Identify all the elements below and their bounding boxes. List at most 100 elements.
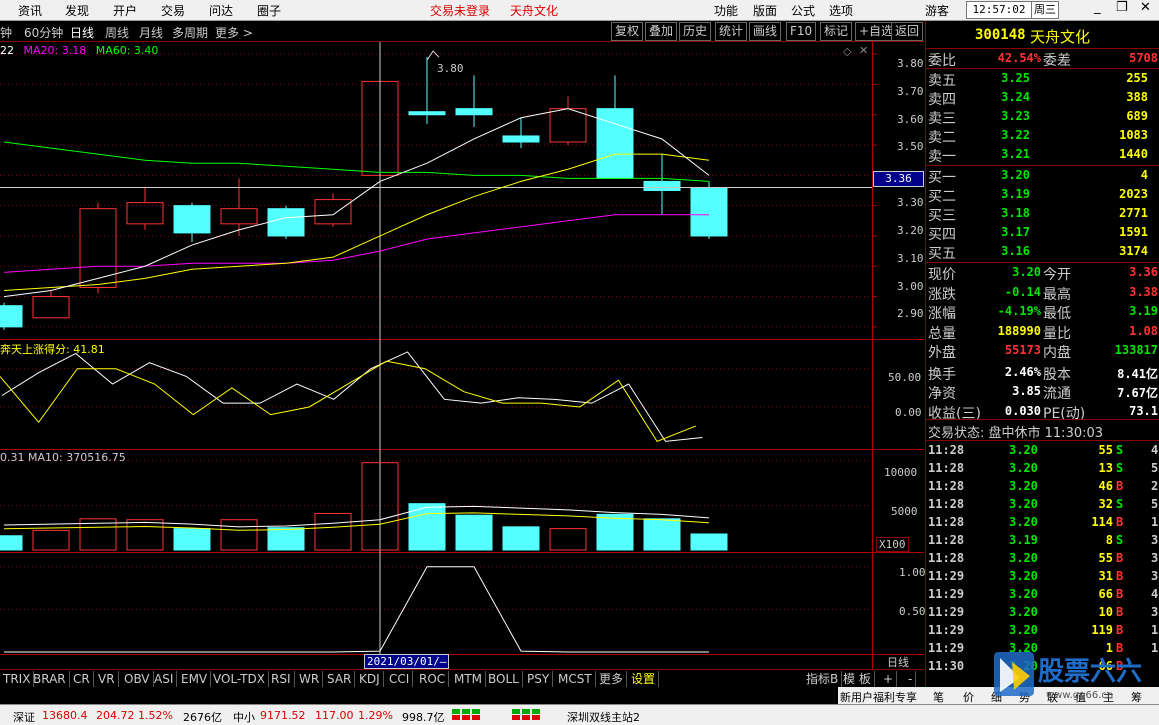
tab-obv[interactable]: OBV <box>121 671 154 687</box>
restore-icon[interactable]: ❐ <box>1116 0 1128 15</box>
tick-time: 11:28 <box>928 551 965 565</box>
tab-roc[interactable]: ROC <box>416 671 450 687</box>
period-tab-60min[interactable]: 60分钟 <box>24 24 63 41</box>
drawline-button[interactable]: 画线 <box>749 22 782 41</box>
tab-mcst[interactable]: MCST <box>555 671 596 687</box>
zoom-out-button[interactable]: - <box>905 671 917 687</box>
tab-settings[interactable]: 设置 <box>628 671 660 687</box>
sz-index-name[interactable]: 深证 <box>13 709 35 725</box>
bid-price: 3.19 <box>1001 187 1030 201</box>
candle-body <box>314 199 352 225</box>
ask-row[interactable]: 卖一 3.21 1440 <box>926 145 1159 165</box>
period-tab-min[interactable]: 钟 <box>0 24 12 41</box>
menu-open-account[interactable]: 开户 <box>113 2 137 19</box>
tab-mtm[interactable]: MTM <box>451 671 487 687</box>
smb-index-name[interactable]: 中小 <box>233 709 255 725</box>
adjust-button[interactable]: 复权 <box>611 22 644 41</box>
tab-wr[interactable]: WR <box>296 671 324 687</box>
tab-brar[interactable]: BRAR <box>30 671 70 687</box>
tab-more[interactable]: 更多 <box>596 671 628 687</box>
menu-options[interactable]: 选项 <box>829 2 853 19</box>
menu-layout[interactable]: 版面 <box>753 2 777 19</box>
price-tick: 3.60 <box>897 113 924 126</box>
tab-sar[interactable]: SAR <box>324 671 356 687</box>
market-breadth-icon <box>452 709 540 720</box>
bid-row[interactable]: 买一 3.20 4 <box>926 166 1159 186</box>
f10-button[interactable]: F10 <box>786 22 817 41</box>
stat-value: 3.85 <box>1012 384 1041 398</box>
server-name[interactable]: 深圳双线主站2 <box>567 709 640 725</box>
stat-row: 收益(三) 0.030 PE(动) 73.1 <box>926 402 1159 422</box>
diamond-icon[interactable]: ◇ <box>843 45 851 58</box>
ask-label: 卖一 <box>928 149 956 165</box>
menu-ask[interactable]: 问达 <box>209 2 233 19</box>
tab-kdj[interactable]: KDJ <box>356 671 384 687</box>
minimize-icon[interactable]: _ <box>1094 0 1101 15</box>
menu-circle[interactable]: 圈子 <box>257 2 281 19</box>
ask-volume: 1440 <box>1119 147 1148 161</box>
tab-cr[interactable]: CR <box>70 671 94 687</box>
tick-price: 3.20 <box>1009 443 1038 457</box>
history-button[interactable]: 历史 <box>679 22 712 41</box>
period-tab-more[interactable]: 更多 > <box>215 24 253 41</box>
tab-emv[interactable]: EMV <box>178 671 212 687</box>
kline-chart[interactable] <box>0 42 924 669</box>
bid-volume: 2771 <box>1119 206 1148 220</box>
menu-function[interactable]: 功能 <box>714 2 738 19</box>
menu-guest[interactable]: 游客 <box>925 2 949 19</box>
ask-row[interactable]: 卖五 3.25 255 <box>926 69 1159 89</box>
tab-asi[interactable]: ASI <box>151 671 178 687</box>
ask-row[interactable]: 卖四 3.24 388 <box>926 88 1159 108</box>
indicator-tick: 0.00 <box>895 406 922 419</box>
tick-volume: 55 <box>1098 443 1113 457</box>
ask-label: 卖二 <box>928 130 956 146</box>
menu-formula[interactable]: 公式 <box>791 2 815 19</box>
promo-tab[interactable]: 笔 <box>933 689 944 705</box>
signal-tick: 1.00 <box>899 566 926 579</box>
bid-row[interactable]: 买四 3.17 1591 <box>926 223 1159 243</box>
tick-direction: S <box>1116 461 1124 475</box>
bid-label: 买三 <box>928 208 956 224</box>
tab-vol-tdx[interactable]: VOL-TDX <box>210 671 269 687</box>
tab-psy[interactable]: PSY <box>524 671 554 687</box>
indicator-b-button[interactable]: 指标B <box>803 671 843 687</box>
mark-button[interactable]: 标记 <box>820 22 853 41</box>
promo-link[interactable]: 新用户福利专享 <box>840 689 917 705</box>
period-tab-monthly[interactable]: 月线 <box>139 24 163 41</box>
menu-trade[interactable]: 交易 <box>161 2 185 19</box>
tab-cci[interactable]: CCI <box>386 671 414 687</box>
tab-vr[interactable]: VR <box>95 671 119 687</box>
back-button[interactable]: 返回 <box>891 22 924 41</box>
ask-row[interactable]: 卖二 3.22 1083 <box>926 126 1159 146</box>
tick-row: 11:29 3.20 66 B 4 <box>926 585 1159 603</box>
tab-rsi[interactable]: RSI <box>268 671 295 687</box>
bid-row[interactable]: 买三 3.18 2771 <box>926 204 1159 224</box>
period-tab-multi[interactable]: 多周期 <box>172 24 208 41</box>
overlay-button[interactable]: 叠加 <box>645 22 678 41</box>
zoom-in-button[interactable]: + <box>880 671 898 687</box>
tab-boll[interactable]: BOLL <box>485 671 523 687</box>
stat-row: 现价 3.20 今开 3.36 <box>926 263 1159 283</box>
ask-row[interactable]: 卖三 3.23 689 <box>926 107 1159 127</box>
date-cursor-label: 2021/03/01/— <box>364 654 450 669</box>
stat-value: -4.19% <box>997 304 1041 318</box>
bid-row[interactable]: 买二 3.19 2023 <box>926 185 1159 205</box>
bid-price: 3.17 <box>1001 225 1030 239</box>
ask-price: 3.22 <box>1001 128 1030 142</box>
close-chart-icon[interactable]: ✕ <box>859 44 868 57</box>
trade-login-status[interactable]: 交易未登录 <box>430 2 490 19</box>
quote-panel: 300148 天舟文化 委比 42.54% 委差 5708 卖五 3.25 255 卖… <box>925 21 1159 704</box>
template-button[interactable]: 模 板 <box>840 671 875 687</box>
menu-discover[interactable]: 发现 <box>65 2 89 19</box>
menu-news[interactable]: 资讯 <box>18 2 42 19</box>
candle-body <box>690 186 728 237</box>
period-tab-weekly[interactable]: 周线 <box>105 24 129 41</box>
close-icon[interactable]: ✕ <box>1140 0 1151 15</box>
price-tick: 3.70 <box>897 85 924 98</box>
divider <box>926 419 1159 420</box>
stats-button[interactable]: 统计 <box>715 22 748 41</box>
promo-tab[interactable]: 价 <box>963 689 974 705</box>
bid-row[interactable]: 买五 3.16 3174 <box>926 242 1159 262</box>
chart-toolbar: 钟 60分钟 日线 周线 月线 多周期 更多 > 复权 叠加 历史 统计 画线 … <box>0 21 924 42</box>
period-tab-daily[interactable]: 日线 <box>70 24 94 41</box>
